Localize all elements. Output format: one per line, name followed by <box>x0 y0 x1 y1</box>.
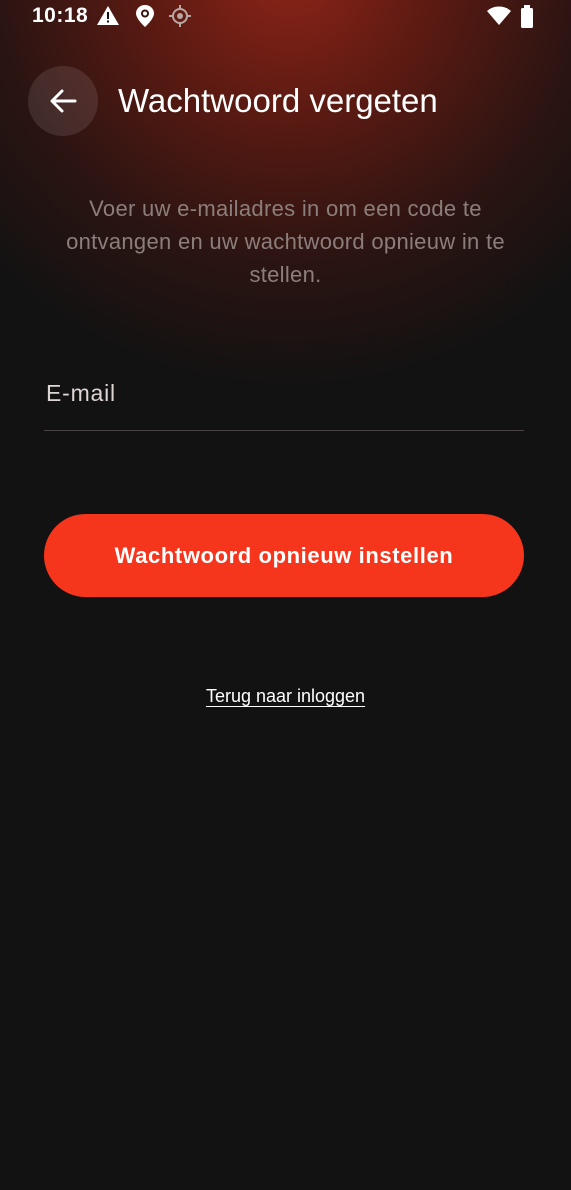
back-button[interactable] <box>28 66 98 136</box>
page-title: Wachtwoord vergeten <box>118 82 438 119</box>
battery-icon <box>517 4 541 28</box>
wifi-icon <box>486 4 511 28</box>
back-to-login-link[interactable]: Terug naar inloggen <box>206 686 365 706</box>
instruction-text: Voer uw e-mailadres in om een code te on… <box>66 196 505 287</box>
email-input[interactable] <box>44 360 524 426</box>
app-header: Wachtwoord vergeten <box>0 66 571 136</box>
status-bar: 10:18 <box>0 0 571 34</box>
email-field <box>44 360 524 431</box>
location-pin-icon <box>133 4 157 28</box>
reset-password-button[interactable]: Wachtwoord opnieuw instellen <box>44 514 524 597</box>
warning-icon <box>96 4 120 28</box>
gps-target-icon <box>168 4 192 28</box>
back-to-login-container: Terug naar inloggen <box>0 686 571 707</box>
status-time: 10:18 <box>32 4 89 27</box>
arrow-left-icon <box>48 86 78 116</box>
